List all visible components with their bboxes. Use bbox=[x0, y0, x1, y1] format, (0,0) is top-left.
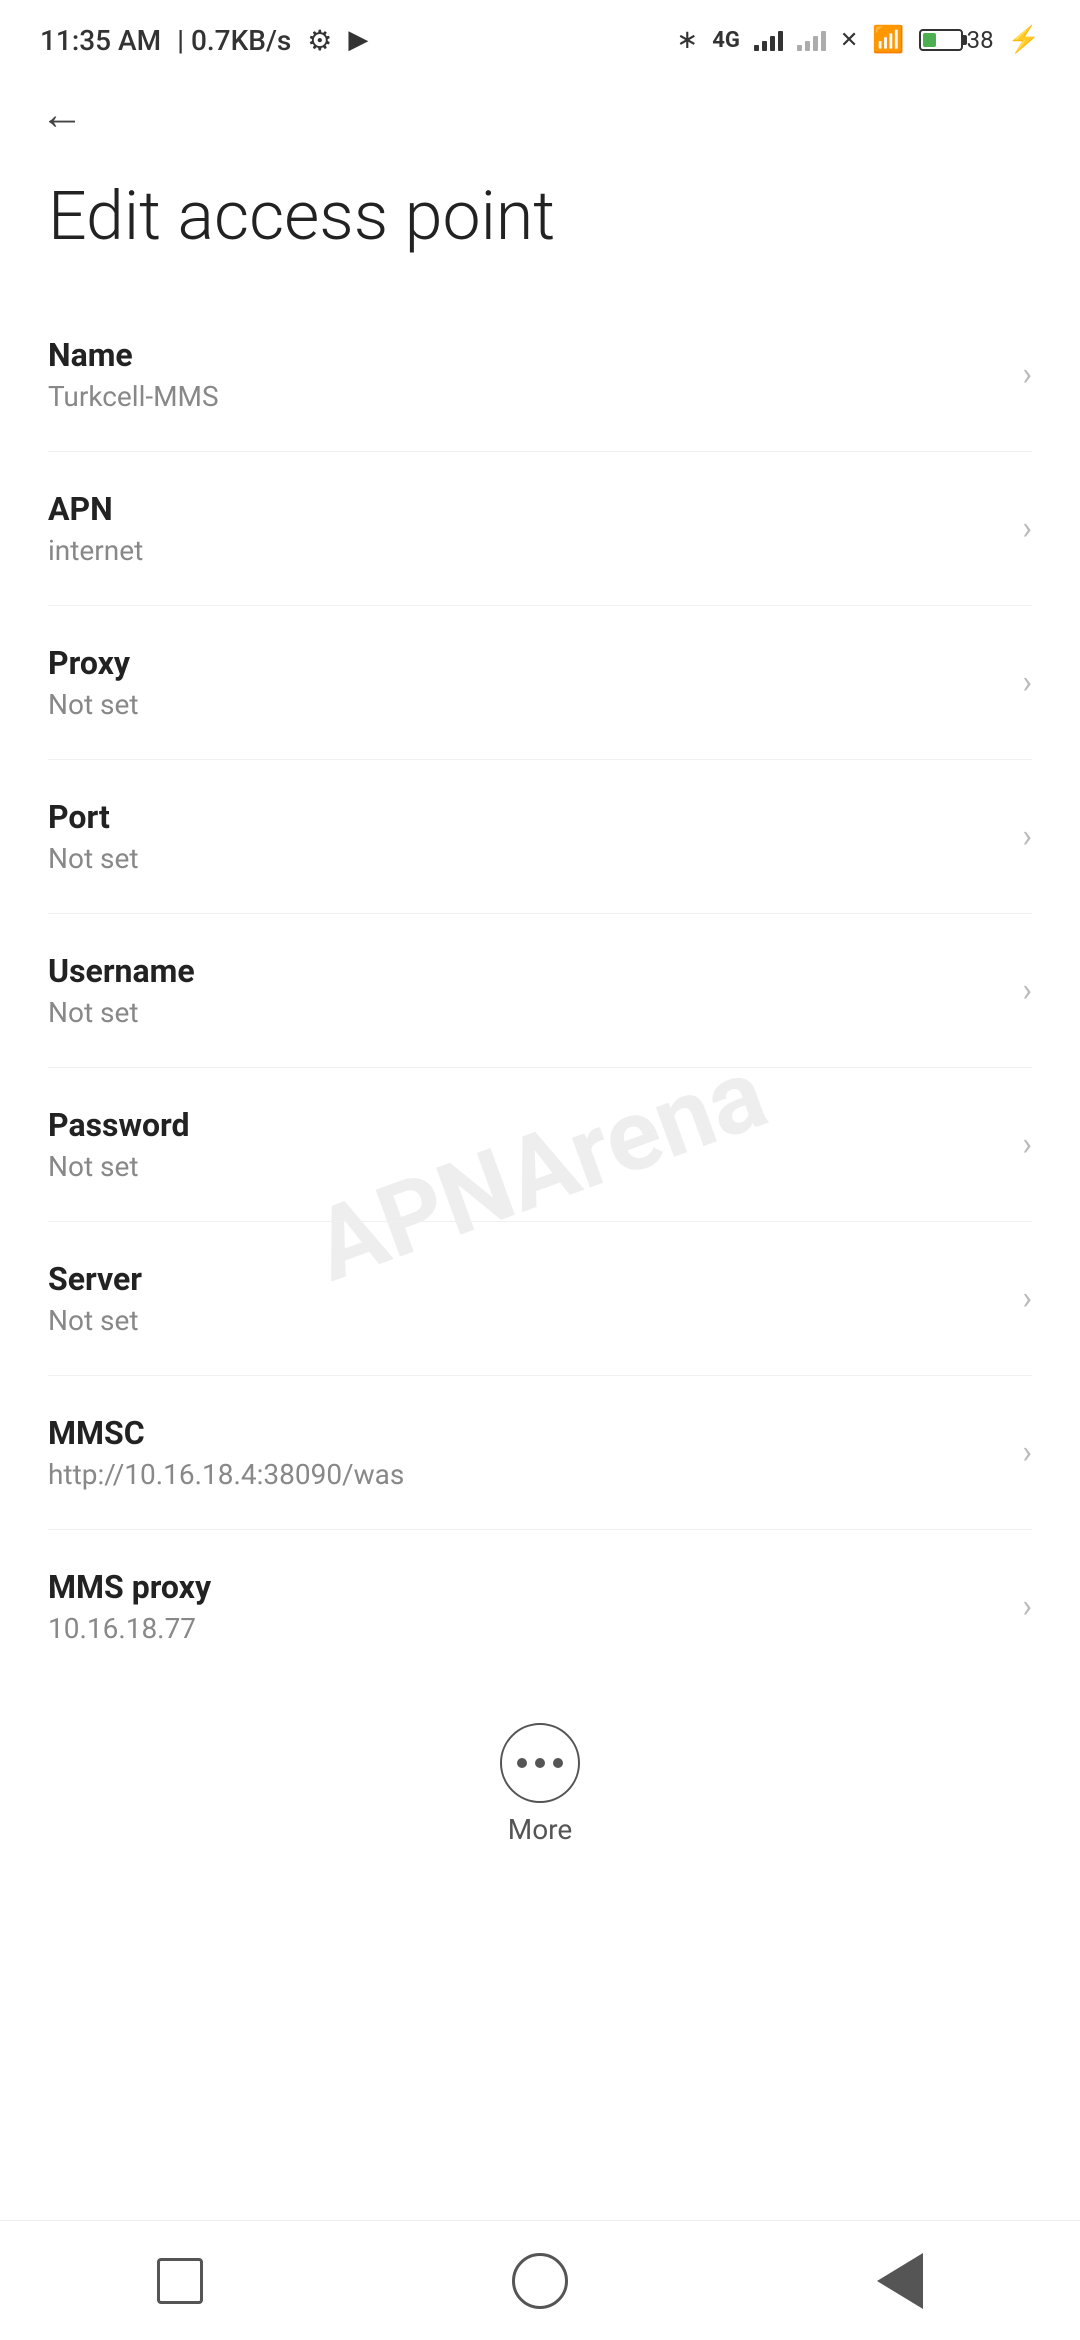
page-title: Edit access point bbox=[0, 156, 1080, 298]
nav-home-button[interactable] bbox=[480, 2241, 600, 2321]
item-value-mmsc: http://10.16.18.4:38090/was bbox=[48, 1458, 1002, 1491]
toolbar: ← bbox=[0, 72, 1080, 156]
network-type: 4G bbox=[712, 28, 740, 53]
chevron-icon-name: › bbox=[1022, 355, 1032, 393]
settings-item-mms-proxy[interactable]: MMS proxy 10.16.18.77 › bbox=[48, 1530, 1032, 1683]
battery-indicator: 38 bbox=[919, 26, 994, 54]
settings-item-username[interactable]: Username Not set › bbox=[48, 914, 1032, 1068]
nav-bar bbox=[0, 2220, 1080, 2340]
item-value-apn: internet bbox=[48, 534, 1002, 567]
settings-icon: ⚙ bbox=[307, 24, 332, 57]
wifi-icon: 📶 bbox=[872, 25, 904, 55]
item-label-mms-proxy: MMS proxy bbox=[48, 1568, 1002, 1606]
item-label-apn: APN bbox=[48, 490, 1002, 528]
item-label-server: Server bbox=[48, 1260, 1002, 1298]
item-value-proxy: Not set bbox=[48, 688, 1002, 721]
chevron-icon-proxy: › bbox=[1022, 663, 1032, 701]
more-dots-icon bbox=[517, 1758, 563, 1768]
more-button[interactable]: More bbox=[0, 1683, 1080, 1876]
no-signal-icon: ✕ bbox=[840, 28, 858, 53]
item-value-port: Not set bbox=[48, 842, 1002, 875]
bluetooth-icon: ∗ bbox=[676, 25, 698, 55]
chevron-icon-username: › bbox=[1022, 971, 1032, 1009]
item-label-name: Name bbox=[48, 336, 1002, 374]
charging-icon: ⚡ bbox=[1008, 25, 1040, 55]
item-label-password: Password bbox=[48, 1106, 1002, 1144]
signal-bars-1 bbox=[754, 29, 783, 51]
chevron-icon-server: › bbox=[1022, 1279, 1032, 1317]
settings-item-apn[interactable]: APN internet › bbox=[48, 452, 1032, 606]
item-value-password: Not set bbox=[48, 1150, 1002, 1183]
chevron-icon-port: › bbox=[1022, 817, 1032, 855]
settings-item-mmsc[interactable]: MMSC http://10.16.18.4:38090/was › bbox=[48, 1376, 1032, 1530]
chevron-icon-apn: › bbox=[1022, 509, 1032, 547]
settings-item-name[interactable]: Name Turkcell-MMS › bbox=[48, 298, 1032, 452]
time-display: 11:35 AM bbox=[40, 24, 161, 57]
back-button[interactable]: ← bbox=[40, 92, 84, 136]
more-circle-icon bbox=[500, 1723, 580, 1803]
item-label-proxy: Proxy bbox=[48, 644, 1002, 682]
nav-recent-button[interactable] bbox=[120, 2241, 240, 2321]
chevron-icon-password: › bbox=[1022, 1125, 1032, 1163]
item-value-server: Not set bbox=[48, 1304, 1002, 1337]
recent-apps-icon bbox=[157, 2258, 203, 2304]
chevron-icon-mmsc: › bbox=[1022, 1433, 1032, 1471]
main-content: ← Edit access point Name Turkcell-MMS › … bbox=[0, 72, 1080, 2056]
settings-item-password[interactable]: Password Not set › bbox=[48, 1068, 1032, 1222]
item-label-mmsc: MMSC bbox=[48, 1414, 1002, 1452]
status-bar: 11:35 AM | 0.7KB/s ⚙ ▶ ∗ 4G ✕ 📶 bbox=[0, 0, 1080, 72]
speed-display: | 0.7KB/s bbox=[177, 24, 291, 57]
item-value-name: Turkcell-MMS bbox=[48, 380, 1002, 413]
status-right: ∗ 4G ✕ 📶 38 ⚡ bbox=[676, 25, 1040, 55]
status-left: 11:35 AM | 0.7KB/s ⚙ ▶ bbox=[40, 24, 368, 57]
more-label: More bbox=[508, 1813, 573, 1846]
item-value-username: Not set bbox=[48, 996, 1002, 1029]
settings-list: Name Turkcell-MMS › APN internet › Proxy… bbox=[0, 298, 1080, 1683]
video-icon: ▶ bbox=[348, 25, 368, 55]
item-label-port: Port bbox=[48, 798, 1002, 836]
nav-back-button[interactable] bbox=[840, 2241, 960, 2321]
settings-item-port[interactable]: Port Not set › bbox=[48, 760, 1032, 914]
settings-item-server[interactable]: Server Not set › bbox=[48, 1222, 1032, 1376]
back-icon bbox=[877, 2253, 923, 2309]
home-icon bbox=[512, 2253, 568, 2309]
chevron-icon-mms-proxy: › bbox=[1022, 1587, 1032, 1625]
signal-bars-2 bbox=[797, 29, 826, 51]
settings-item-proxy[interactable]: Proxy Not set › bbox=[48, 606, 1032, 760]
item-value-mms-proxy: 10.16.18.77 bbox=[48, 1612, 1002, 1645]
item-label-username: Username bbox=[48, 952, 1002, 990]
